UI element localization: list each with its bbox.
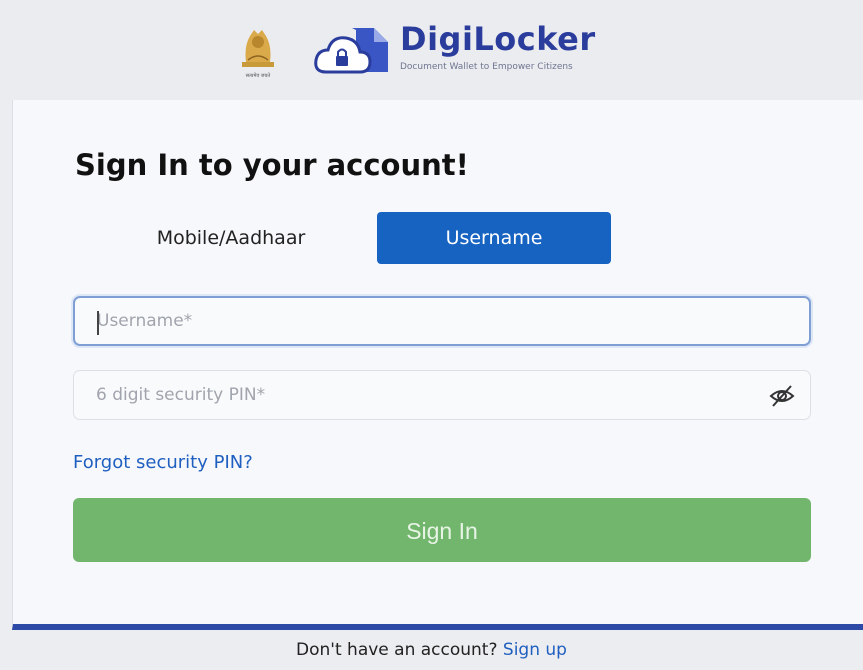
signup-link[interactable]: Sign up xyxy=(503,640,567,660)
signin-button[interactable]: Sign In xyxy=(73,498,811,562)
text-caret xyxy=(97,311,99,335)
brand-tagline: Document Wallet to Empower Citizens xyxy=(400,62,573,72)
forgot-pin-link[interactable]: Forgot security PIN? xyxy=(73,452,253,473)
pin-field xyxy=(73,370,811,420)
app-header: सत्यमेव जयते DigiLocker Document Wallet … xyxy=(0,0,863,100)
signin-card: Sign In to your account! Mobile/Aadhaar … xyxy=(12,100,863,630)
tab-username[interactable]: Username xyxy=(377,212,611,264)
emblem-caption: सत्यमेव जयते xyxy=(246,72,271,79)
username-field xyxy=(73,296,811,346)
state-emblem-icon: सत्यमेव जयते xyxy=(242,30,274,79)
brand-name: DigiLocker xyxy=(400,20,596,58)
tab-mobile-aadhaar[interactable]: Mobile/Aadhaar xyxy=(101,212,361,264)
cloud-lock-icon xyxy=(314,28,388,74)
signup-prompt-text: Don't have an account? xyxy=(296,640,498,660)
eye-slash-icon[interactable] xyxy=(768,383,796,409)
username-input[interactable] xyxy=(97,298,737,344)
signup-prompt: Don't have an account? Sign up xyxy=(0,640,863,670)
pin-input[interactable] xyxy=(96,371,736,419)
page-title: Sign In to your account! xyxy=(75,148,469,182)
